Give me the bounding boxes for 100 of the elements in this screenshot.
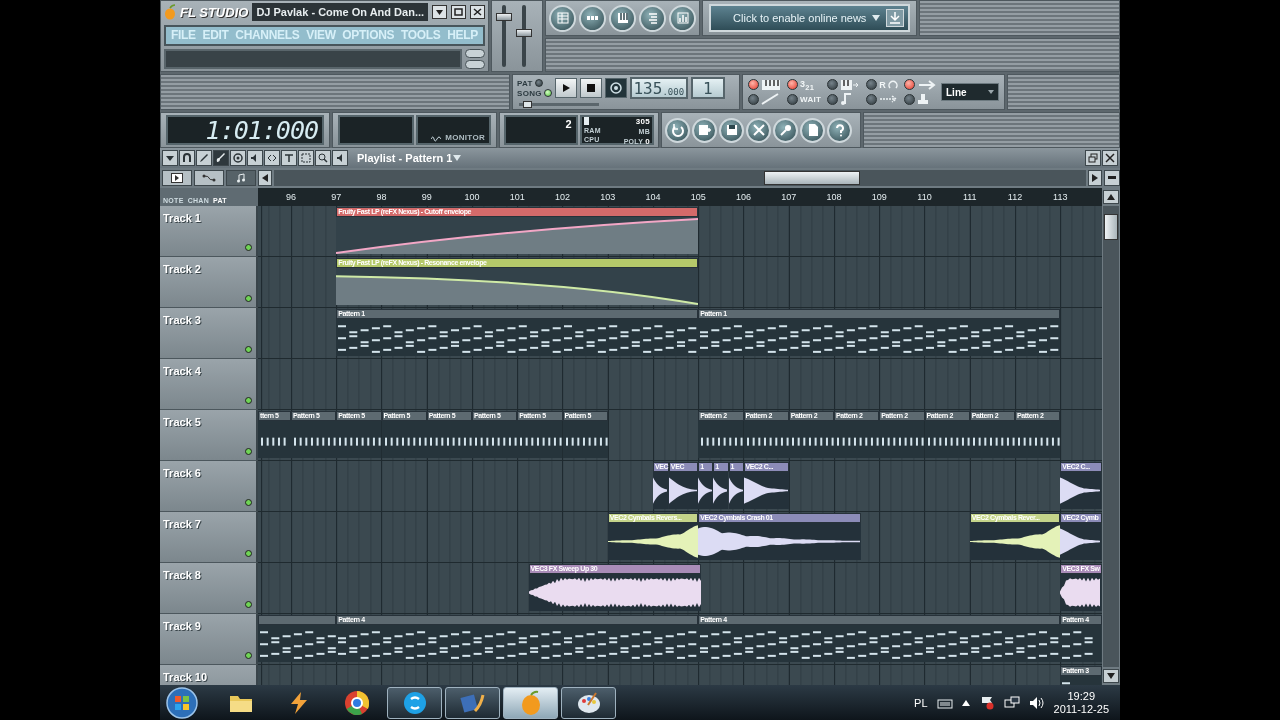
track-led[interactable] (245, 601, 252, 608)
track-led[interactable] (245, 652, 252, 659)
taskbar-app[interactable] (561, 686, 616, 719)
note-pattern-drawing (1015, 421, 1061, 458)
tool-button[interactable] (315, 150, 331, 166)
small-button[interactable] (465, 49, 486, 58)
restore-button[interactable] (1085, 150, 1101, 166)
scroll-up-button[interactable] (1103, 190, 1119, 204)
track-header[interactable]: Track 6 (160, 461, 258, 512)
track-header[interactable]: Track 7 (160, 512, 258, 563)
view-tab[interactable] (162, 170, 192, 186)
maximize-button[interactable] (451, 5, 467, 20)
track-name: Track 8 (163, 569, 201, 581)
option-led[interactable] (904, 79, 915, 91)
note-pattern-drawing (381, 421, 427, 458)
tool-button[interactable] (332, 150, 348, 166)
zoom-button[interactable] (1104, 170, 1120, 186)
track-led[interactable] (245, 448, 252, 455)
track-header[interactable]: Track 9 (160, 614, 258, 665)
note-pattern-drawing (924, 421, 970, 458)
view-button[interactable] (669, 4, 697, 32)
view-button[interactable] (549, 4, 577, 32)
bar-number: 98 (376, 192, 387, 202)
bar-number: 109 (871, 192, 887, 202)
view-button[interactable] (579, 4, 607, 32)
small-button[interactable] (465, 60, 486, 69)
track-led[interactable] (245, 397, 252, 404)
tool-button[interactable] (264, 150, 280, 166)
track-led[interactable] (245, 499, 252, 506)
option-led[interactable] (787, 93, 798, 105)
option-led[interactable] (748, 79, 759, 91)
clock-time: 19:29 (1067, 690, 1096, 702)
record-button[interactable] (604, 78, 627, 98)
track-header[interactable]: Track 2 (160, 257, 258, 308)
slider-thumb[interactable] (496, 13, 513, 22)
view-tab[interactable] (226, 170, 256, 186)
scroll-left-button[interactable] (258, 170, 272, 186)
view-tab[interactable] (194, 170, 224, 186)
tool-button[interactable] (213, 150, 229, 166)
close-icon (473, 8, 483, 17)
pattern-display[interactable]: 1 (690, 77, 725, 99)
track-led[interactable] (245, 295, 252, 302)
slider-thumb[interactable] (522, 101, 532, 108)
mode-led[interactable] (534, 79, 543, 87)
option-led[interactable] (866, 79, 878, 91)
track-led[interactable] (245, 550, 252, 557)
taskbar-app[interactable] (387, 686, 442, 719)
view-button[interactable] (609, 4, 637, 32)
track-header[interactable]: Track 5 (160, 410, 258, 461)
news-box[interactable]: Click to enable online news (709, 4, 911, 32)
tool-button[interactable] (230, 150, 246, 166)
tool-button[interactable] (179, 150, 195, 166)
scroll-down-button[interactable] (1103, 669, 1119, 683)
square-icon (454, 8, 464, 17)
taskbar-app[interactable] (503, 686, 558, 719)
snap-dropdown[interactable]: Line (941, 83, 999, 101)
cpu-value: 2 (565, 118, 572, 130)
track-header[interactable]: Track 3 (160, 308, 258, 359)
view-button[interactable] (639, 4, 667, 32)
track-header[interactable]: Track 1 (160, 206, 258, 257)
option-led[interactable] (827, 79, 839, 91)
tool-button[interactable] (281, 150, 297, 166)
taskbar-app[interactable] (445, 686, 500, 719)
poly-value: 0 (645, 137, 650, 146)
close-button[interactable] (1102, 150, 1118, 166)
microphone-icon (778, 123, 793, 137)
track-led[interactable] (245, 244, 252, 251)
mode-led[interactable] (543, 89, 552, 97)
play-button[interactable] (554, 78, 577, 98)
scroll-thumb[interactable] (1104, 214, 1118, 240)
stop-button[interactable] (579, 78, 602, 98)
tempo-display[interactable]: 135.000 (629, 77, 688, 99)
slider-thumb[interactable] (516, 29, 533, 38)
option-led[interactable] (827, 93, 839, 105)
track-header[interactable]: Track 8 (160, 563, 258, 614)
monitor-label: MONITOR (445, 133, 485, 142)
tool-button[interactable] (196, 150, 212, 166)
tool-button[interactable] (162, 150, 178, 166)
language-indicator[interactable]: PL (914, 696, 928, 709)
caret-icon (872, 15, 881, 21)
note-pattern-drawing (336, 421, 382, 458)
close-icon (1105, 153, 1115, 163)
minimize-button[interactable] (432, 5, 448, 20)
option-led[interactable] (748, 93, 759, 105)
close-button[interactable] (470, 5, 486, 20)
tool-button[interactable] (247, 150, 263, 166)
scroll-right-button[interactable] (1088, 170, 1102, 186)
track-header[interactable]: Track 4 (160, 359, 258, 410)
option-led[interactable] (787, 79, 798, 91)
option-led[interactable] (866, 93, 878, 105)
zoom-icon (318, 153, 328, 163)
track-header[interactable]: Track 10 (160, 665, 258, 685)
track-led[interactable] (245, 346, 252, 353)
clip-header[interactable] (258, 615, 337, 625)
tool-button[interactable] (298, 150, 314, 166)
option-led[interactable] (904, 93, 915, 105)
bar-number: 97 (331, 192, 342, 202)
note-pattern-drawing (562, 421, 608, 458)
scroll-thumb[interactable] (764, 171, 860, 185)
time-display[interactable]: 1:01:000 (166, 115, 324, 145)
